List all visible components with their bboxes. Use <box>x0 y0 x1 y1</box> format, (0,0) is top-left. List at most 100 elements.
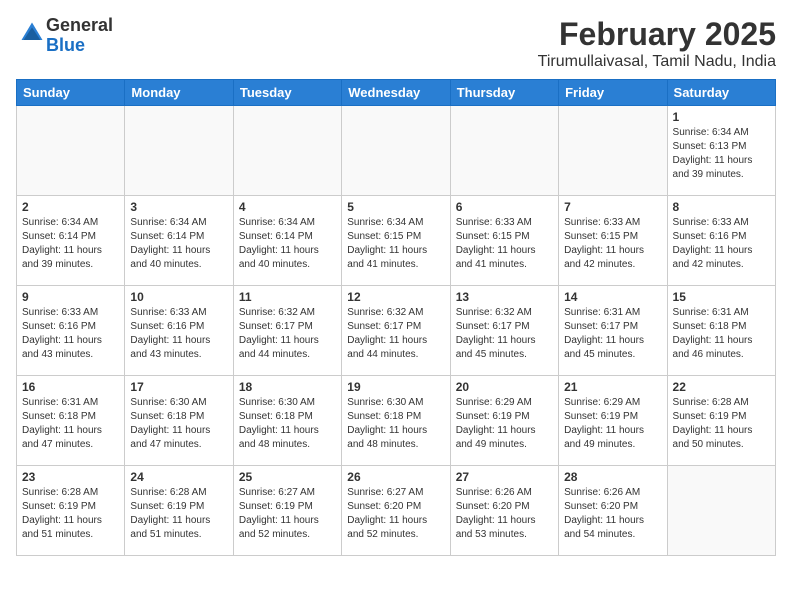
day-info: Sunrise: 6:28 AMSunset: 6:19 PMDaylight:… <box>22 486 119 542</box>
logo-blue: Blue <box>46 35 85 55</box>
weekday-header: Wednesday <box>342 80 450 106</box>
calendar-cell: 1Sunrise: 6:34 AMSunset: 6:13 PMDaylight… <box>667 106 775 196</box>
logo-text: General Blue <box>46 16 113 56</box>
day-number: 12 <box>347 290 444 304</box>
calendar-week-row: 16 Sunrise: 6:31 AMSunset: 6:18 PMDayligh… <box>17 376 776 466</box>
day-info: Sunrise: 6:28 AMSunset: 6:19 PMDaylight:… <box>130 486 227 542</box>
logo-general: General <box>46 15 113 35</box>
calendar-cell <box>667 466 775 556</box>
calendar-cell: 25 Sunrise: 6:27 AMSunset: 6:19 PMDayligh… <box>233 466 341 556</box>
calendar-cell: 23 Sunrise: 6:28 AMSunset: 6:19 PMDayligh… <box>17 466 125 556</box>
calendar-cell: 27 Sunrise: 6:26 AMSunset: 6:20 PMDayligh… <box>450 466 558 556</box>
calendar-cell <box>125 106 233 196</box>
day-info: Sunrise: 6:34 AMSunset: 6:14 PMDaylight:… <box>130 216 227 272</box>
day-number: 18 <box>239 380 336 394</box>
header: General Blue February 2025 Tirumullaivas… <box>16 16 776 71</box>
calendar-cell: 6 Sunrise: 6:33 AMSunset: 6:15 PMDaylight… <box>450 196 558 286</box>
calendar-cell: 11 Sunrise: 6:32 AMSunset: 6:17 PMDayligh… <box>233 286 341 376</box>
logo-icon <box>18 19 46 47</box>
day-number: 22 <box>673 380 770 394</box>
calendar-cell: 19 Sunrise: 6:30 AMSunset: 6:18 PMDayligh… <box>342 376 450 466</box>
calendar-cell: 14 Sunrise: 6:31 AMSunset: 6:17 PMDayligh… <box>559 286 667 376</box>
weekday-header-row: SundayMondayTuesdayWednesdayThursdayFrid… <box>17 80 776 106</box>
day-number: 25 <box>239 470 336 484</box>
calendar-cell: 16 Sunrise: 6:31 AMSunset: 6:18 PMDayligh… <box>17 376 125 466</box>
day-info: Sunrise: 6:29 AMSunset: 6:19 PMDaylight:… <box>564 396 661 452</box>
day-number: 1 <box>673 110 770 124</box>
day-info: Sunrise: 6:34 AMSunset: 6:15 PMDaylight:… <box>347 216 444 272</box>
calendar-cell: 15 Sunrise: 6:31 AMSunset: 6:18 PMDayligh… <box>667 286 775 376</box>
day-number: 6 <box>456 200 553 214</box>
calendar-cell: 3 Sunrise: 6:34 AMSunset: 6:14 PMDaylight… <box>125 196 233 286</box>
calendar-week-row: 23 Sunrise: 6:28 AMSunset: 6:19 PMDayligh… <box>17 466 776 556</box>
day-info: Sunrise: 6:31 AMSunset: 6:18 PMDaylight:… <box>22 396 119 452</box>
day-info: Sunrise: 6:32 AMSunset: 6:17 PMDaylight:… <box>347 306 444 362</box>
calendar-cell: 8 Sunrise: 6:33 AMSunset: 6:16 PMDaylight… <box>667 196 775 286</box>
day-number: 3 <box>130 200 227 214</box>
day-number: 10 <box>130 290 227 304</box>
day-info: Sunrise: 6:30 AMSunset: 6:18 PMDaylight:… <box>347 396 444 452</box>
calendar-cell: 28Sunrise: 6:26 AMSunset: 6:20 PMDayligh… <box>559 466 667 556</box>
day-number: 2 <box>22 200 119 214</box>
day-info: Sunrise: 6:33 AMSunset: 6:16 PMDaylight:… <box>673 216 770 272</box>
logo: General Blue <box>16 16 113 56</box>
day-number: 4 <box>239 200 336 214</box>
day-number: 9 <box>22 290 119 304</box>
weekday-header: Monday <box>125 80 233 106</box>
calendar-cell: 26Sunrise: 6:27 AMSunset: 6:20 PMDayligh… <box>342 466 450 556</box>
day-info: Sunrise: 6:26 AMSunset: 6:20 PMDaylight:… <box>456 486 553 542</box>
weekday-header: Friday <box>559 80 667 106</box>
calendar-cell <box>342 106 450 196</box>
weekday-header: Thursday <box>450 80 558 106</box>
day-info: Sunrise: 6:31 AMSunset: 6:17 PMDaylight:… <box>564 306 661 362</box>
day-number: 16 <box>22 380 119 394</box>
day-info: Sunrise: 6:33 AMSunset: 6:16 PMDaylight:… <box>22 306 119 362</box>
day-info: Sunrise: 6:30 AMSunset: 6:18 PMDaylight:… <box>130 396 227 452</box>
calendar-cell: 22Sunrise: 6:28 AMSunset: 6:19 PMDayligh… <box>667 376 775 466</box>
day-number: 17 <box>130 380 227 394</box>
day-info: Sunrise: 6:34 AMSunset: 6:14 PMDaylight:… <box>22 216 119 272</box>
day-number: 24 <box>130 470 227 484</box>
calendar-cell: 12 Sunrise: 6:32 AMSunset: 6:17 PMDayligh… <box>342 286 450 376</box>
calendar-cell: 18 Sunrise: 6:30 AMSunset: 6:18 PMDayligh… <box>233 376 341 466</box>
calendar-cell: 17 Sunrise: 6:30 AMSunset: 6:18 PMDayligh… <box>125 376 233 466</box>
day-info: Sunrise: 6:32 AMSunset: 6:17 PMDaylight:… <box>239 306 336 362</box>
weekday-header: Saturday <box>667 80 775 106</box>
calendar-week-row: 2 Sunrise: 6:34 AMSunset: 6:14 PMDaylight… <box>17 196 776 286</box>
day-info: Sunrise: 6:29 AMSunset: 6:19 PMDaylight:… <box>456 396 553 452</box>
day-number: 23 <box>22 470 119 484</box>
day-info: Sunrise: 6:33 AMSunset: 6:16 PMDaylight:… <box>130 306 227 362</box>
day-info: Sunrise: 6:33 AMSunset: 6:15 PMDaylight:… <box>456 216 553 272</box>
day-number: 5 <box>347 200 444 214</box>
day-number: 19 <box>347 380 444 394</box>
day-number: 26 <box>347 470 444 484</box>
calendar-cell: 10 Sunrise: 6:33 AMSunset: 6:16 PMDayligh… <box>125 286 233 376</box>
calendar-cell: 7 Sunrise: 6:33 AMSunset: 6:15 PMDaylight… <box>559 196 667 286</box>
day-number: 11 <box>239 290 336 304</box>
calendar-cell: 4 Sunrise: 6:34 AMSunset: 6:14 PMDaylight… <box>233 196 341 286</box>
calendar-week-row: 9 Sunrise: 6:33 AMSunset: 6:16 PMDaylight… <box>17 286 776 376</box>
calendar-cell <box>17 106 125 196</box>
calendar-cell: 21 Sunrise: 6:29 AMSunset: 6:19 PMDayligh… <box>559 376 667 466</box>
weekday-header: Tuesday <box>233 80 341 106</box>
day-number: 28 <box>564 470 661 484</box>
day-info: Sunrise: 6:34 AMSunset: 6:14 PMDaylight:… <box>239 216 336 272</box>
calendar: SundayMondayTuesdayWednesdayThursdayFrid… <box>16 79 776 556</box>
day-number: 14 <box>564 290 661 304</box>
day-info: Sunrise: 6:32 AMSunset: 6:17 PMDaylight:… <box>456 306 553 362</box>
day-info: Sunrise: 6:33 AMSunset: 6:15 PMDaylight:… <box>564 216 661 272</box>
day-number: 21 <box>564 380 661 394</box>
day-number: 15 <box>673 290 770 304</box>
day-number: 20 <box>456 380 553 394</box>
calendar-week-row: 1Sunrise: 6:34 AMSunset: 6:13 PMDaylight… <box>17 106 776 196</box>
calendar-cell: 2 Sunrise: 6:34 AMSunset: 6:14 PMDaylight… <box>17 196 125 286</box>
day-number: 8 <box>673 200 770 214</box>
title-area: February 2025 Tirumullaivasal, Tamil Nad… <box>538 16 776 71</box>
day-info: Sunrise: 6:30 AMSunset: 6:18 PMDaylight:… <box>239 396 336 452</box>
calendar-cell: 20 Sunrise: 6:29 AMSunset: 6:19 PMDayligh… <box>450 376 558 466</box>
day-info: Sunrise: 6:31 AMSunset: 6:18 PMDaylight:… <box>673 306 770 362</box>
calendar-cell <box>233 106 341 196</box>
day-number: 27 <box>456 470 553 484</box>
day-number: 7 <box>564 200 661 214</box>
day-info: Sunrise: 6:27 AMSunset: 6:19 PMDaylight:… <box>239 486 336 542</box>
